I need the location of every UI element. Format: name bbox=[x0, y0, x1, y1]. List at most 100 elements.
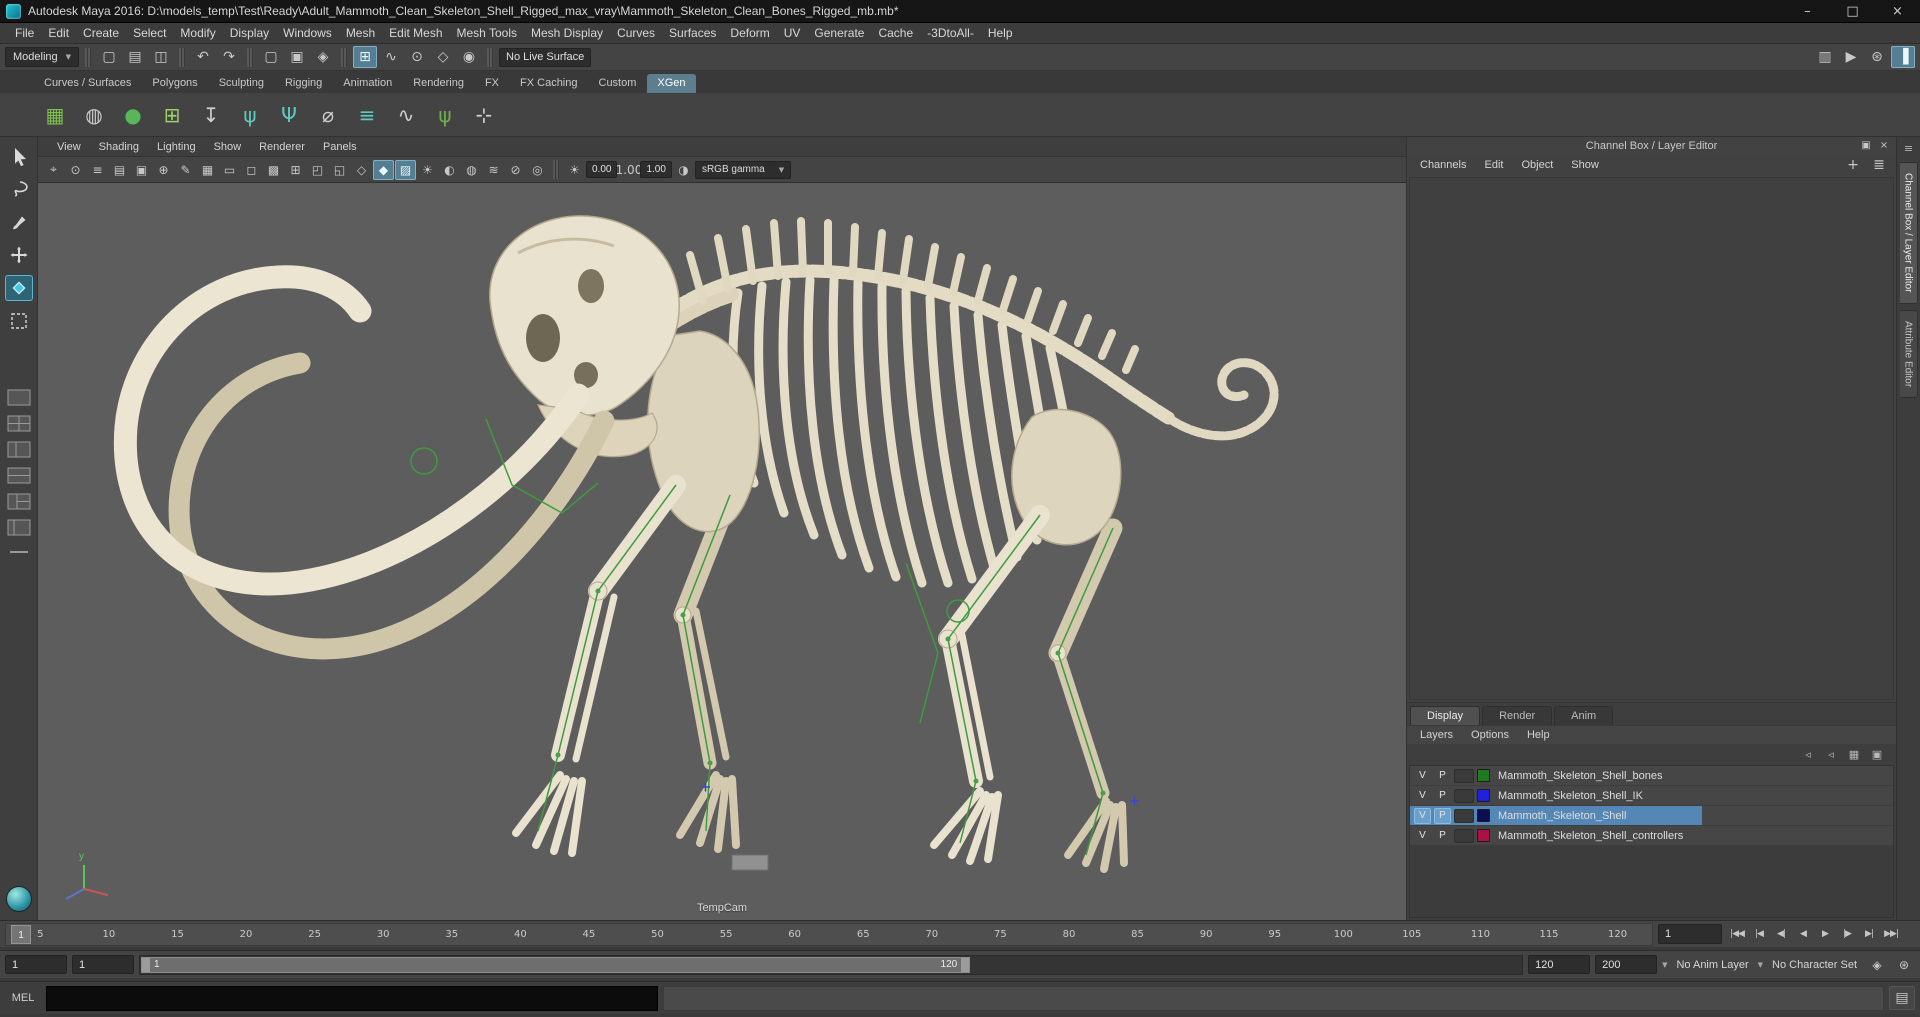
layer-visibility-toggle[interactable]: V bbox=[1414, 828, 1431, 844]
animation-end-field[interactable]: 200 bbox=[1595, 955, 1658, 974]
rotate-tool-button[interactable] bbox=[4, 275, 33, 301]
layer-color-swatch[interactable] bbox=[1477, 789, 1490, 802]
shelf-tab[interactable]: Animation bbox=[333, 74, 402, 93]
channel-box-menu-item[interactable]: Edit bbox=[1476, 159, 1511, 171]
menubar-item[interactable]: UV bbox=[777, 26, 808, 40]
live-surface-field[interactable]: No Live Surface bbox=[499, 47, 592, 67]
play-forward-button[interactable]: ▶ bbox=[1815, 924, 1835, 944]
menubar-item[interactable]: Curves bbox=[610, 26, 662, 40]
sidebar-menu-icon[interactable]: ≡ bbox=[1900, 140, 1918, 156]
snap-to-curve-icon[interactable]: ∿ bbox=[379, 46, 403, 68]
shelf-tab[interactable]: XGen bbox=[647, 74, 696, 93]
textured-mode-icon[interactable]: ▨ bbox=[395, 159, 416, 180]
step-forward-key-button[interactable]: |▶ bbox=[1837, 924, 1857, 944]
layer-playback-toggle[interactable]: P bbox=[1434, 807, 1451, 824]
isolate-select-icon[interactable]: ◎ bbox=[527, 160, 548, 180]
menubar-item[interactable]: Edit Mesh bbox=[382, 26, 449, 40]
camera-attributes-icon[interactable]: ≡ bbox=[87, 160, 108, 180]
gamma-field[interactable]: 1.00 bbox=[640, 161, 672, 178]
menubar-item[interactable]: Mesh Tools bbox=[450, 26, 524, 40]
gate-mask-icon[interactable]: ▩ bbox=[263, 160, 284, 180]
layer-name[interactable]: Mammoth_Skeleton_Shell_IK bbox=[1493, 790, 1643, 802]
xgen-export-selection-icon[interactable]: ↧ bbox=[194, 98, 228, 132]
menubar-item[interactable]: Mesh Display bbox=[524, 26, 610, 40]
menubar-item[interactable]: -3DtoAll- bbox=[920, 26, 981, 40]
layer-color-swatch[interactable] bbox=[1477, 809, 1490, 822]
range-slider-bar[interactable]: 1 120 bbox=[141, 956, 971, 973]
menubar-item[interactable]: Mesh bbox=[339, 26, 382, 40]
layer-color-swatch[interactable] bbox=[1477, 769, 1490, 782]
channel-box-menu-item[interactable]: Show bbox=[1563, 159, 1607, 171]
shelf-tab[interactable]: Custom bbox=[589, 74, 647, 93]
xgen-grass-preset-icon[interactable]: ψ bbox=[428, 98, 462, 132]
auto-keyframe-button[interactable]: ◈ bbox=[1866, 955, 1888, 975]
statusline-group-collapser[interactable] bbox=[341, 47, 348, 67]
snap-to-point-icon[interactable]: ⊙ bbox=[405, 46, 429, 68]
channel-list-area[interactable] bbox=[1409, 177, 1894, 700]
menubar-item[interactable]: Display bbox=[223, 26, 276, 40]
film-gate-icon[interactable]: ▭ bbox=[219, 160, 240, 180]
shelf-tab[interactable]: FX bbox=[475, 74, 509, 93]
layer-row[interactable]: V P Mammoth_Skeleton_Shell_bones bbox=[1410, 766, 1893, 786]
layer-playback-toggle[interactable]: P bbox=[1434, 828, 1451, 844]
layer-editor-tab[interactable]: Display bbox=[1410, 706, 1481, 725]
layer-row[interactable]: V P Mammoth_Skeleton_Shell_controllers bbox=[1410, 826, 1893, 846]
mel-command-input[interactable] bbox=[46, 985, 658, 1011]
layer-name[interactable]: Mammoth_Skeleton_Shell_controllers bbox=[1493, 830, 1683, 842]
mammoth-skeleton-model[interactable]: y bbox=[38, 183, 1406, 920]
scale-tool-button[interactable] bbox=[5, 308, 33, 334]
menubar-item[interactable]: Modify bbox=[173, 26, 222, 40]
channel-box-menu-item[interactable]: Channels bbox=[1412, 159, 1474, 171]
snap-to-plane-icon[interactable]: ◇ bbox=[431, 46, 455, 68]
xgen-guide-tool-icon[interactable]: ψ bbox=[233, 98, 267, 132]
minimize-button[interactable]: – bbox=[1785, 0, 1830, 22]
viewport-3d-view[interactable]: y TempCam bbox=[38, 183, 1406, 920]
channel-stats-icon[interactable]: ≣ bbox=[1867, 154, 1891, 176]
select-object-icon[interactable]: ▣ bbox=[285, 46, 309, 68]
layer-type-box[interactable] bbox=[1454, 828, 1474, 843]
layer-row[interactable]: V P Mammoth_Skeleton_Shell_IK bbox=[1410, 786, 1893, 806]
shelf-tab[interactable]: Rendering bbox=[403, 74, 474, 93]
layout-single-view-button[interactable] bbox=[6, 387, 32, 407]
exposure-toggle-icon[interactable]: ☀ bbox=[564, 160, 585, 180]
move-tool-button[interactable] bbox=[5, 242, 33, 268]
color-management-icon[interactable]: ◑ bbox=[673, 160, 694, 180]
xgen-create-description-icon[interactable]: ◍ bbox=[77, 98, 111, 132]
screen-space-ao-icon[interactable]: ◍ bbox=[461, 160, 482, 180]
layout-more-button[interactable] bbox=[9, 545, 28, 553]
layer-visibility-toggle[interactable]: V bbox=[1414, 768, 1431, 784]
gamma-toggle-icon[interactable]: 1.00 bbox=[616, 160, 643, 180]
playback-end-field[interactable]: 120 bbox=[1528, 955, 1591, 974]
animation-start-field[interactable]: 1 bbox=[5, 955, 67, 974]
go-to-end-button[interactable]: ▶▶| bbox=[1881, 924, 1901, 944]
sidebar-vertical-tab[interactable]: Attribute Editor bbox=[1899, 309, 1918, 398]
shaded-mode-icon[interactable]: ◆ bbox=[373, 159, 394, 180]
xgen-description-editor-icon[interactable]: ▦ bbox=[38, 98, 72, 132]
create-layer-from-selected-icon[interactable]: ▣ bbox=[1868, 746, 1886, 762]
safe-title-icon[interactable]: ◱ bbox=[329, 160, 350, 180]
undock-panel-icon[interactable]: ▣ bbox=[1858, 138, 1874, 153]
animation-preferences-button[interactable]: ⊛ bbox=[1893, 955, 1915, 975]
layout-thumbnail-icon[interactable] bbox=[5, 886, 32, 912]
resolution-gate-icon[interactable]: ◻ bbox=[241, 160, 262, 180]
xgen-groom-tool-icon[interactable]: Ψ bbox=[272, 98, 306, 132]
command-language-toggle[interactable]: MEL bbox=[5, 992, 41, 1004]
statusline-group-collapser[interactable] bbox=[487, 47, 494, 67]
create-empty-layer-icon[interactable]: ▦ bbox=[1845, 746, 1863, 762]
step-back-key-button[interactable]: ◀| bbox=[1771, 924, 1791, 944]
character-set-label[interactable]: No Character Set bbox=[1768, 959, 1861, 971]
layer-type-box[interactable] bbox=[1454, 808, 1474, 823]
layer-visibility-mode-icon[interactable]: ◃ bbox=[1799, 746, 1817, 762]
playback-start-field[interactable]: 1 bbox=[72, 955, 134, 974]
field-chart-icon[interactable]: ⊞ bbox=[285, 160, 306, 180]
layer-playback-toggle[interactable]: P bbox=[1434, 788, 1451, 804]
range-slider-track[interactable]: 1 120 bbox=[139, 954, 1524, 975]
use-all-lights-icon[interactable]: ☀ bbox=[417, 160, 438, 180]
safe-action-icon[interactable]: ◰ bbox=[307, 160, 328, 180]
menubar-item[interactable]: Surfaces bbox=[662, 26, 723, 40]
layer-row[interactable]: V P Mammoth_Skeleton_Shell bbox=[1410, 806, 1893, 826]
panel-menu-item[interactable]: Lighting bbox=[148, 141, 205, 153]
layer-editor-tab[interactable]: Render bbox=[1482, 706, 1553, 725]
play-backward-button[interactable]: ◀ bbox=[1793, 924, 1813, 944]
sidebar-vertical-tab[interactable]: Channel Box / Layer Editor bbox=[1899, 162, 1918, 304]
